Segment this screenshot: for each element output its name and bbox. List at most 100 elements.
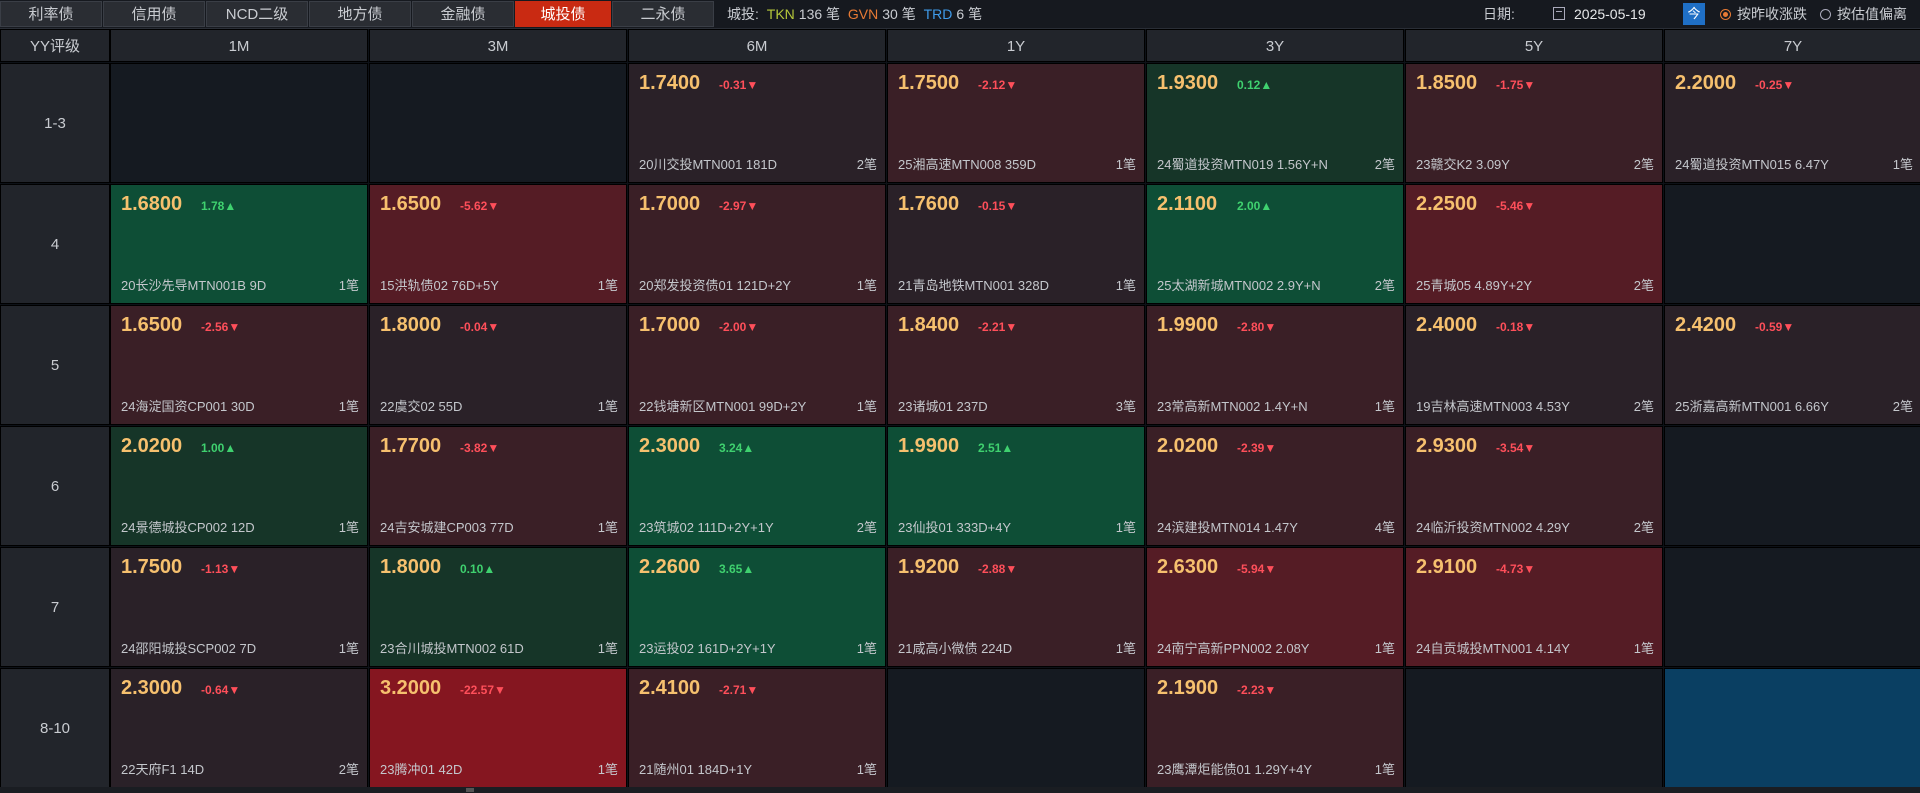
bond-name: 23诸城01 237D bbox=[898, 399, 988, 414]
grid-cell[interactable]: 2.0200 1.00▲ 24景德城投CP002 12D 1笔 bbox=[110, 426, 368, 546]
corner-header: YY评级 bbox=[0, 29, 110, 62]
radio-by-prev-close[interactable]: 按昨收涨跌 bbox=[1720, 0, 1807, 28]
grid-cell-empty[interactable] bbox=[1405, 668, 1663, 788]
grid-cell[interactable]: 2.4100 -2.71▼ 21随州01 184D+1Y 1笔 bbox=[628, 668, 886, 788]
tab-rates[interactable]: 利率债 bbox=[0, 1, 102, 27]
trade-count: 2笔 bbox=[856, 520, 877, 535]
grid-cell[interactable]: 1.9200 -2.88▼ 21咸高小微债 224D 1笔 bbox=[887, 547, 1145, 667]
horizontal-scrollbar[interactable] bbox=[0, 787, 1920, 793]
change-value: -3.82▼ bbox=[460, 441, 500, 455]
grid-cell-empty[interactable] bbox=[110, 63, 368, 183]
grid-cell[interactable]: 2.9100 -4.73▼ 24自贡城投MTN001 4.14Y 1笔 bbox=[1405, 547, 1663, 667]
grid-cell[interactable]: 2.1900 -2.23▼ 23鹰潭炬能债01 1.29Y+4Y 1笔 bbox=[1146, 668, 1404, 788]
grid-cell[interactable]: 1.7400 -0.31▼ 20川交投MTN001 181D 2笔 bbox=[628, 63, 886, 183]
grid-cell-empty[interactable] bbox=[1664, 426, 1920, 546]
tab-credit[interactable]: 信用债 bbox=[103, 1, 205, 27]
yield-value: 1.7500 bbox=[898, 72, 960, 94]
yield-value: 1.9900 bbox=[1157, 314, 1219, 336]
yield-value: 1.7600 bbox=[898, 193, 960, 215]
trade-count: 1笔 bbox=[1115, 641, 1136, 656]
grid-cell[interactable]: 2.0200 -2.39▼ 24滨建投MTN014 1.47Y 4笔 bbox=[1146, 426, 1404, 546]
radio-by-valuation[interactable]: 按估值偏离 bbox=[1820, 0, 1907, 28]
change-value: 2.51▲ bbox=[978, 441, 1014, 455]
gvn-value: 30 笔 bbox=[882, 6, 916, 22]
trade-count: 1笔 bbox=[597, 278, 618, 293]
grid-cell[interactable]: 2.2500 -5.46▼ 25青城05 4.89Y+2Y 2笔 bbox=[1405, 184, 1663, 304]
grid-cell[interactable]: 2.9300 -3.54▼ 24临沂投资MTN002 4.29Y 2笔 bbox=[1405, 426, 1663, 546]
grid-cell[interactable]: 2.1100 2.00▲ 25太湖新城MTN002 2.9Y+N 2笔 bbox=[1146, 184, 1404, 304]
bond-name: 20川交投MTN001 181D bbox=[639, 157, 777, 172]
yield-value: 2.4200 bbox=[1675, 314, 1737, 336]
yield-value: 1.6500 bbox=[380, 193, 442, 215]
yield-value: 2.2600 bbox=[639, 556, 701, 578]
trade-count: 3笔 bbox=[1115, 399, 1136, 414]
bond-name: 25太湖新城MTN002 2.9Y+N bbox=[1157, 278, 1321, 293]
column-header: 6M bbox=[628, 29, 886, 62]
bond-name: 24蜀道投资MTN015 6.47Y bbox=[1675, 157, 1829, 172]
calendar-icon[interactable] bbox=[1553, 7, 1565, 20]
grid-cell[interactable]: 3.2000 -22.57▼ 23腾冲01 42D 1笔 bbox=[369, 668, 627, 788]
change-value: -0.15▼ bbox=[978, 199, 1018, 213]
trade-count: 1笔 bbox=[856, 399, 877, 414]
grid-cell[interactable]: 1.8000 -0.04▼ 22虞交02 55D 1笔 bbox=[369, 305, 627, 425]
grid-cell[interactable]: 2.2000 -0.25▼ 24蜀道投资MTN015 6.47Y 1笔 bbox=[1664, 63, 1920, 183]
bond-name: 23赣交K2 3.09Y bbox=[1416, 157, 1510, 172]
scroll-thumb[interactable] bbox=[466, 788, 474, 792]
trade-count: 1笔 bbox=[1892, 157, 1913, 172]
change-value: -2.23▼ bbox=[1237, 683, 1277, 697]
grid-cell-empty[interactable] bbox=[1664, 184, 1920, 304]
grid-cell[interactable]: 1.6500 -5.62▼ 15洪轨债02 76D+5Y 1笔 bbox=[369, 184, 627, 304]
tab-financial[interactable]: 金融债 bbox=[412, 1, 514, 27]
grid-cell-empty[interactable] bbox=[1664, 547, 1920, 667]
grid-cell[interactable]: 1.6500 -2.56▼ 24海淀国资CP001 30D 1笔 bbox=[110, 305, 368, 425]
change-value: -2.21▼ bbox=[978, 320, 1018, 334]
tab-ncd[interactable]: NCD二级 bbox=[206, 1, 308, 27]
date-label: 日期: bbox=[1483, 6, 1515, 22]
grid-cell[interactable]: 1.7500 -2.12▼ 25湘高速MTN008 359D 1笔 bbox=[887, 63, 1145, 183]
grid-cell-empty[interactable] bbox=[887, 668, 1145, 788]
grid-cell[interactable]: 2.4200 -0.59▼ 25浙嘉高新MTN001 6.66Y 2笔 bbox=[1664, 305, 1920, 425]
yield-value: 1.8500 bbox=[1416, 72, 1478, 94]
grid-cell[interactable]: 1.8400 -2.21▼ 23诸城01 237D 3笔 bbox=[887, 305, 1145, 425]
grid-cell[interactable]: 1.8000 0.10▲ 23合川城投MTN002 61D 1笔 bbox=[369, 547, 627, 667]
bond-name: 25青城05 4.89Y+2Y bbox=[1416, 278, 1532, 293]
yield-value: 1.8400 bbox=[898, 314, 960, 336]
row-header: 6 bbox=[0, 426, 110, 546]
grid-cell[interactable]: 2.3000 3.24▲ 23筑城02 111D+2Y+1Y 2笔 bbox=[628, 426, 886, 546]
grid-cell[interactable]: 2.4000 -0.18▼ 19吉林高速MTN003 4.53Y 2笔 bbox=[1405, 305, 1663, 425]
grid-cell[interactable]: 1.7700 -3.82▼ 24吉安城建CP003 77D 1笔 bbox=[369, 426, 627, 546]
grid-cell-empty[interactable] bbox=[369, 63, 627, 183]
trade-count: 1笔 bbox=[597, 641, 618, 656]
grid-cell[interactable]: 1.6800 1.78▲ 20长沙先导MTN001B 9D 1笔 bbox=[110, 184, 368, 304]
change-value: -2.00▼ bbox=[719, 320, 759, 334]
grid-cell[interactable]: 2.3000 -0.64▼ 22天府F1 14D 2笔 bbox=[110, 668, 368, 788]
grid-cell-selected[interactable] bbox=[1664, 668, 1920, 788]
yield-value: 2.9300 bbox=[1416, 435, 1478, 457]
counts-prefix: 城投: bbox=[727, 6, 759, 22]
grid-cell[interactable]: 1.9900 2.51▲ 23仙投01 333D+4Y 1笔 bbox=[887, 426, 1145, 546]
tab-urban-investment[interactable]: 城投债 bbox=[515, 1, 611, 27]
grid-cell[interactable]: 1.7000 -2.97▼ 20郑发投资债01 121D+2Y 1笔 bbox=[628, 184, 886, 304]
bond-name: 23运投02 161D+2Y+1Y bbox=[639, 641, 776, 656]
yield-value: 2.1100 bbox=[1157, 193, 1218, 215]
yield-value: 1.6800 bbox=[121, 193, 183, 215]
change-value: 3.24▲ bbox=[719, 441, 755, 455]
grid-cell[interactable]: 1.9900 -2.80▼ 23常高新MTN002 1.4Y+N 1笔 bbox=[1146, 305, 1404, 425]
date-field[interactable]: 2025-05-19 bbox=[1574, 3, 1674, 25]
tab-local-gov[interactable]: 地方债 bbox=[309, 1, 411, 27]
bond-name: 24自贡城投MTN001 4.14Y bbox=[1416, 641, 1570, 656]
grid-cell[interactable]: 1.8500 -1.75▼ 23赣交K2 3.09Y 2笔 bbox=[1405, 63, 1663, 183]
change-value: -1.13▼ bbox=[201, 562, 241, 576]
grid-cell[interactable]: 2.2600 3.65▲ 23运投02 161D+2Y+1Y 1笔 bbox=[628, 547, 886, 667]
column-header: 1M bbox=[110, 29, 368, 62]
grid-cell[interactable]: 1.7500 -1.13▼ 24邵阳城投SCP002 7D 1笔 bbox=[110, 547, 368, 667]
bond-name: 20长沙先导MTN001B 9D bbox=[121, 278, 267, 293]
grid-cell[interactable]: 1.7000 -2.00▼ 22钱塘新区MTN001 99D+2Y 1笔 bbox=[628, 305, 886, 425]
grid-cell[interactable]: 1.7600 -0.15▼ 21青岛地铁MTN001 328D 1笔 bbox=[887, 184, 1145, 304]
today-button[interactable]: 今 bbox=[1683, 3, 1705, 25]
tab-perpetual[interactable]: 二永债 bbox=[612, 1, 714, 27]
trade-count: 1笔 bbox=[597, 399, 618, 414]
grid-cell[interactable]: 2.6300 -5.94▼ 24南宁高新PPN002 2.08Y 1笔 bbox=[1146, 547, 1404, 667]
bond-name: 23常高新MTN002 1.4Y+N bbox=[1157, 399, 1308, 414]
grid-cell[interactable]: 1.9300 0.12▲ 24蜀道投资MTN019 1.56Y+N 2笔 bbox=[1146, 63, 1404, 183]
